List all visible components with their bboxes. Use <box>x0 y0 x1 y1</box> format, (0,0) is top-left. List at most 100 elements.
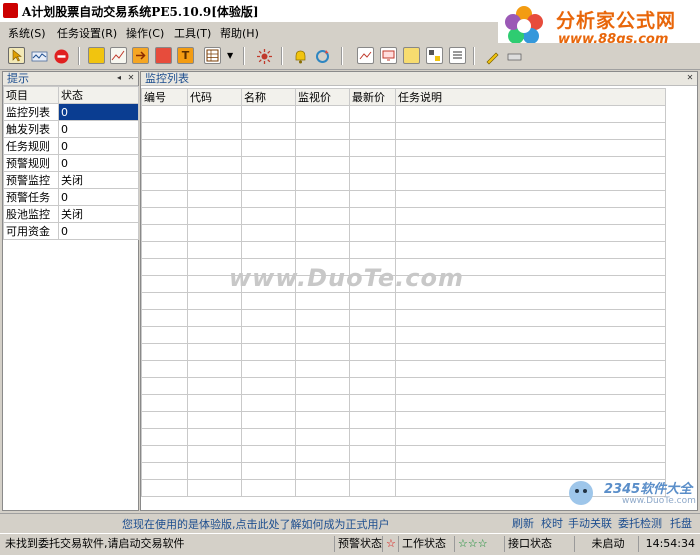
empty-table-row <box>141 105 666 123</box>
column-header-task-desc[interactable]: 任务说明 <box>395 88 666 106</box>
empty-cell <box>141 326 188 344</box>
empty-cell <box>141 309 188 327</box>
empty-cell <box>241 241 296 259</box>
empty-cell <box>187 105 242 123</box>
empty-cell <box>241 122 296 140</box>
empty-cell <box>141 360 188 378</box>
menu-operation[interactable]: 操作(C) <box>126 25 164 41</box>
toolbar-separator <box>281 47 283 65</box>
empty-cell <box>349 207 396 225</box>
hint-panel: 提示 ◂ ✕ 项目 状态 监控列表 0 触发列表 0 任务规则 0 预警规则 0… <box>2 71 139 511</box>
empty-table-row <box>141 411 666 429</box>
edit-icon[interactable] <box>155 47 172 64</box>
table-row[interactable]: 任务规则 0 <box>3 137 139 155</box>
column-header-last-price[interactable]: 最新价 <box>349 88 396 106</box>
empty-cell <box>187 122 242 140</box>
column-header-watch-price[interactable]: 监视价 <box>295 88 350 106</box>
empty-table-row <box>141 343 666 361</box>
empty-cell <box>349 428 396 446</box>
empty-cell <box>349 241 396 259</box>
dropdown-icon[interactable]: ▼ <box>226 47 236 64</box>
empty-cell <box>395 377 666 395</box>
keyboard-icon[interactable] <box>505 47 522 64</box>
arrow-right-icon[interactable] <box>132 47 149 64</box>
corner-brand-text: 2345软件大全 <box>604 482 693 497</box>
trial-notice-link[interactable]: 您现在使用的是体验版,点击此处了解如何成为正式用户 <box>122 516 390 532</box>
empty-cell <box>395 207 666 225</box>
empty-cell <box>187 479 242 497</box>
chart-icon[interactable] <box>357 47 374 64</box>
column-header-item[interactable]: 项目 <box>3 86 59 104</box>
table-row[interactable]: 触发列表 0 <box>3 120 139 138</box>
monitor-list-title: 监控列表 <box>145 72 189 85</box>
table-row[interactable]: 股池监控 关闭 <box>3 205 139 223</box>
table-icon[interactable] <box>204 47 221 64</box>
collapse-left-icon[interactable]: ◂ <box>114 73 124 83</box>
bell-icon[interactable] <box>291 47 308 64</box>
b-icon[interactable] <box>88 47 105 64</box>
table-row[interactable]: 预警监控 关闭 <box>3 171 139 189</box>
hint-panel-title: 提示 <box>7 72 29 85</box>
refresh-button[interactable]: 刷新 <box>512 515 534 530</box>
refresh-icon[interactable] <box>313 47 330 64</box>
sync-time-button[interactable]: 校时 <box>541 515 563 530</box>
menu-help[interactable]: 帮助(H) <box>220 25 259 41</box>
pointer-icon[interactable] <box>8 47 25 64</box>
group-icon[interactable] <box>426 47 443 64</box>
order-check-button[interactable]: 委托检测 <box>618 515 662 530</box>
monitor-icon[interactable] <box>380 47 397 64</box>
empty-cell <box>295 462 350 480</box>
empty-cell <box>295 343 350 361</box>
table-row[interactable]: 监控列表 0 <box>3 103 139 121</box>
empty-cell <box>141 479 188 497</box>
menu-tools[interactable]: 工具(T) <box>174 25 211 41</box>
empty-cell <box>295 224 350 242</box>
column-header-name[interactable]: 名称 <box>241 88 296 106</box>
table-row[interactable]: 预警任务 0 <box>3 188 139 206</box>
empty-cell <box>241 292 296 310</box>
logo-brand-text: 分析家公式网 <box>556 10 677 32</box>
column-header-code[interactable]: 代码 <box>187 88 242 106</box>
empty-cell <box>395 309 666 327</box>
empty-cell <box>141 343 188 361</box>
close-icon[interactable]: ✕ <box>126 73 136 83</box>
empty-cell <box>349 462 396 480</box>
empty-table-row <box>141 309 666 327</box>
settings-icon[interactable] <box>255 47 272 64</box>
manual-link-button[interactable]: 手动关联 <box>568 515 612 530</box>
empty-cell <box>295 105 350 123</box>
empty-cell <box>241 411 296 429</box>
status-bar: 未找到委托交易软件,请启动交易软件 预警状态 ☆ 工作状态 ☆☆☆ 接口状态 未… <box>0 533 700 555</box>
calc-icon[interactable] <box>403 47 420 64</box>
empty-cell <box>187 309 242 327</box>
tray-button[interactable]: 托盘 <box>670 515 692 530</box>
window-title: A计划股票自动交易系统PE5.10.9[体验版] <box>22 5 259 19</box>
wave-chart-icon[interactable] <box>30 47 48 64</box>
empty-cell <box>141 462 188 480</box>
empty-cell <box>241 190 296 208</box>
row-item: 预警任务 <box>3 188 59 206</box>
line-chart-icon[interactable] <box>110 47 127 64</box>
column-header-status[interactable]: 状态 <box>58 86 139 104</box>
menu-system[interactable]: 系统(S) <box>8 25 46 41</box>
empty-cell <box>349 479 396 497</box>
stop-icon[interactable] <box>52 47 69 64</box>
row-item: 预警监控 <box>3 171 59 189</box>
empty-cell <box>141 139 188 157</box>
empty-cell <box>187 394 242 412</box>
list-icon[interactable] <box>449 47 466 64</box>
column-header-id[interactable]: 编号 <box>141 88 188 106</box>
status-message: 未找到委托交易软件,请启动交易软件 <box>5 537 185 550</box>
empty-cell <box>395 343 666 361</box>
empty-table-row <box>141 428 666 446</box>
empty-cell <box>295 445 350 463</box>
empty-cell <box>395 156 666 174</box>
menu-task-settings[interactable]: 任务设置(R) <box>57 25 117 41</box>
empty-cell <box>395 224 666 242</box>
pen-icon[interactable] <box>483 47 500 65</box>
table-row[interactable]: 可用资金 0 <box>3 222 139 240</box>
table-row[interactable]: 预警规则 0 <box>3 154 139 172</box>
empty-cell <box>187 445 242 463</box>
t-icon[interactable]: T <box>177 47 194 64</box>
close-icon[interactable]: ✕ <box>685 73 695 83</box>
